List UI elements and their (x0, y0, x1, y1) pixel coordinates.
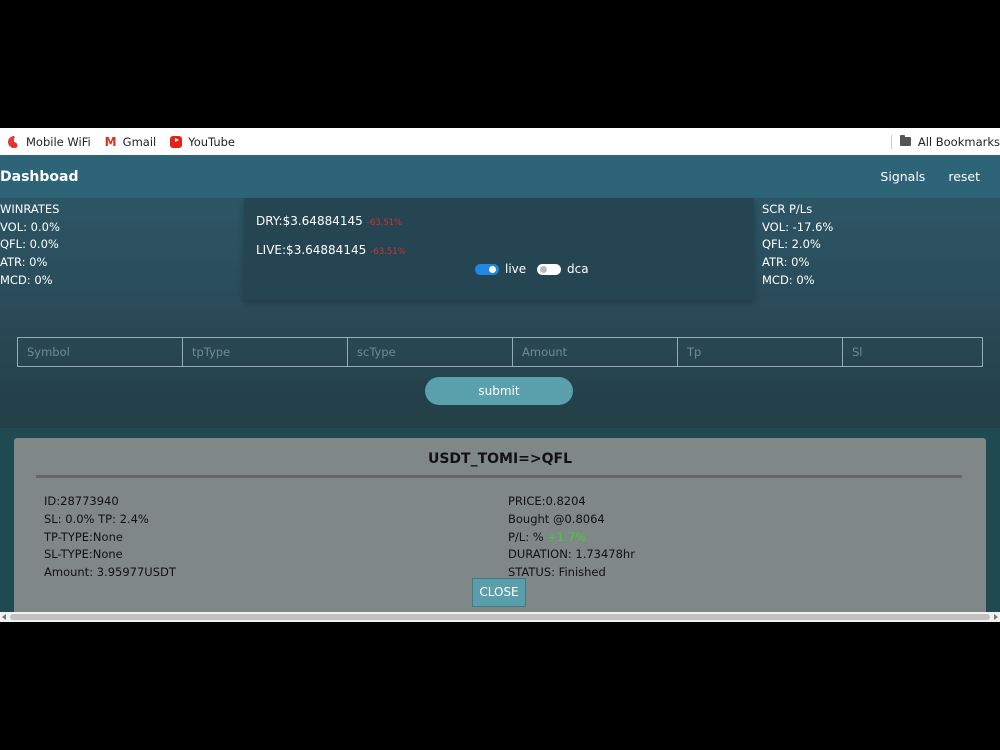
sl-input[interactable] (843, 338, 1000, 366)
trade-pl-label: P/L: % (508, 529, 544, 544)
trade-pl-value: +1.7% (547, 529, 587, 544)
live-balance: LIVE:$3.64884145 -63.51% (256, 243, 406, 257)
trade-pl: P/L: % +1.7% (508, 529, 635, 547)
winrate-atr: ATR: 0% (0, 255, 48, 270)
scr-qfl: QFL: 2.0% (762, 237, 821, 252)
order-form (17, 337, 1000, 367)
trade-sl-tp: SL: 0.0% TP: 2.4% (44, 511, 149, 526)
winrate-mcd: MCD: 0% (0, 272, 53, 287)
amount-input[interactable] (513, 338, 678, 366)
scr-vol: VOL: -17.6% (762, 219, 834, 234)
tp-type-input[interactable] (183, 338, 348, 366)
live-toggle-row: live (475, 262, 526, 276)
scroll-left-icon[interactable] (2, 614, 6, 620)
dca-toggle-row: dca (537, 262, 589, 276)
live-toggle-label: live (505, 262, 527, 276)
trade-details-left: ID:28773940 SL: 0.0% TP: 2.4% TP-TYPE:No… (44, 493, 176, 582)
trade-id: ID:28773940 (44, 494, 119, 508)
scrollbar-thumb[interactable] (10, 614, 990, 620)
scr-pl-panel: SCR P/Ls VOL: -17.6% QFL: 2.0% ATR: 0% M… (762, 201, 833, 290)
winrate-qfl: QFL: 0.0% (0, 237, 59, 252)
all-bookmarks-label: All Bookmarks (917, 134, 1000, 149)
youtube-icon (170, 135, 183, 148)
nav-links: Signals reset (857, 155, 980, 198)
trade-sl-type: SL-TYPE:None (44, 547, 123, 562)
balance-card: DRY:$3.64884145 -63.51% LIVE:$3.64884145-… (244, 198, 754, 300)
tp-input[interactable] (678, 338, 843, 366)
dry-balance-value: DRY:$3.64884145 (256, 214, 363, 228)
trade-title: USDT_TOMI=>QFL (427, 451, 573, 467)
bookmark-gmail[interactable]: M Gmail (105, 135, 157, 149)
sc-type-input[interactable] (348, 338, 513, 366)
dry-balance: DRY:$3.64884145 -63.51% (256, 214, 402, 228)
live-balance-value: LIVE:$3.64884145 (256, 243, 367, 257)
symbol-input[interactable] (18, 338, 183, 366)
toggle-knob (489, 265, 496, 273)
all-bookmarks-button[interactable]: All Bookmarks (890, 128, 1000, 155)
live-toggle[interactable] (475, 263, 499, 275)
close-button[interactable]: CLOSE (472, 578, 526, 607)
nav-link-signals[interactable]: Signals (880, 169, 925, 184)
browser-viewport: Mobile WiFi M Gmail YouTube All Bookmark… (0, 128, 1000, 622)
trade-amount: Amount: 3.95977USDT (44, 565, 176, 580)
dca-toggle-label: dca (567, 262, 589, 276)
huawei-icon (8, 135, 20, 148)
dry-balance-percent: -63.51% (366, 218, 403, 228)
winrates-title: WINRATES (0, 202, 60, 216)
nav-link-reset[interactable]: reset (948, 169, 980, 184)
bookmark-label: Mobile WiFi (26, 134, 91, 149)
brand-title[interactable]: Dashboad (0, 169, 78, 185)
trade-tp-type: TP-TYPE:None (44, 529, 123, 544)
submit-button[interactable]: submit (425, 377, 573, 405)
scroll-right-icon[interactable] (994, 614, 998, 620)
bookmark-label: Gmail (122, 134, 157, 149)
gmail-icon: M (104, 134, 117, 149)
trade-bought: Bought @0.8064 (508, 511, 605, 526)
trade-details-right: PRICE:0.8204 Bought @0.8064 P/L: % +1.7%… (508, 493, 635, 582)
trade-price: PRICE:0.8204 (508, 494, 586, 508)
navbar: Dashboad Signals reset (0, 155, 1000, 198)
bookmark-label: YouTube (188, 134, 235, 149)
trade-status: STATUS: Finished (508, 565, 606, 580)
live-balance-percent: -63.51% (370, 247, 406, 257)
scr-atr: ATR: 0% (762, 255, 810, 270)
bookmark-mobile-wifi[interactable]: Mobile WiFi (8, 135, 91, 149)
trade-card: USDT_TOMI=>QFL ID:28773940 SL: 0.0% TP: … (14, 438, 986, 622)
trades-area: USDT_TOMI=>QFL ID:28773940 SL: 0.0% TP: … (0, 428, 1000, 622)
trade-duration: DURATION: 1.73478hr (508, 547, 635, 562)
dashboard-app: Dashboad Signals reset WINRATES VOL: 0.0… (0, 155, 1000, 622)
winrate-vol: VOL: 0.0% (0, 219, 60, 234)
scr-title: SCR P/Ls (762, 202, 813, 216)
divider (36, 475, 962, 478)
toggle-knob (540, 265, 547, 273)
winrates-panel: WINRATES VOL: 0.0% QFL: 0.0% ATR: 0% MCD… (0, 201, 60, 290)
divider (890, 134, 892, 149)
folder-icon (899, 135, 911, 146)
scr-mcd: MCD: 0% (762, 272, 815, 287)
bookmark-youtube[interactable]: YouTube (170, 135, 235, 149)
horizontal-scrollbar[interactable] (0, 612, 1000, 622)
dca-toggle[interactable] (537, 263, 561, 275)
bookmarks-bar: Mobile WiFi M Gmail YouTube All Bookmark… (0, 128, 1000, 155)
